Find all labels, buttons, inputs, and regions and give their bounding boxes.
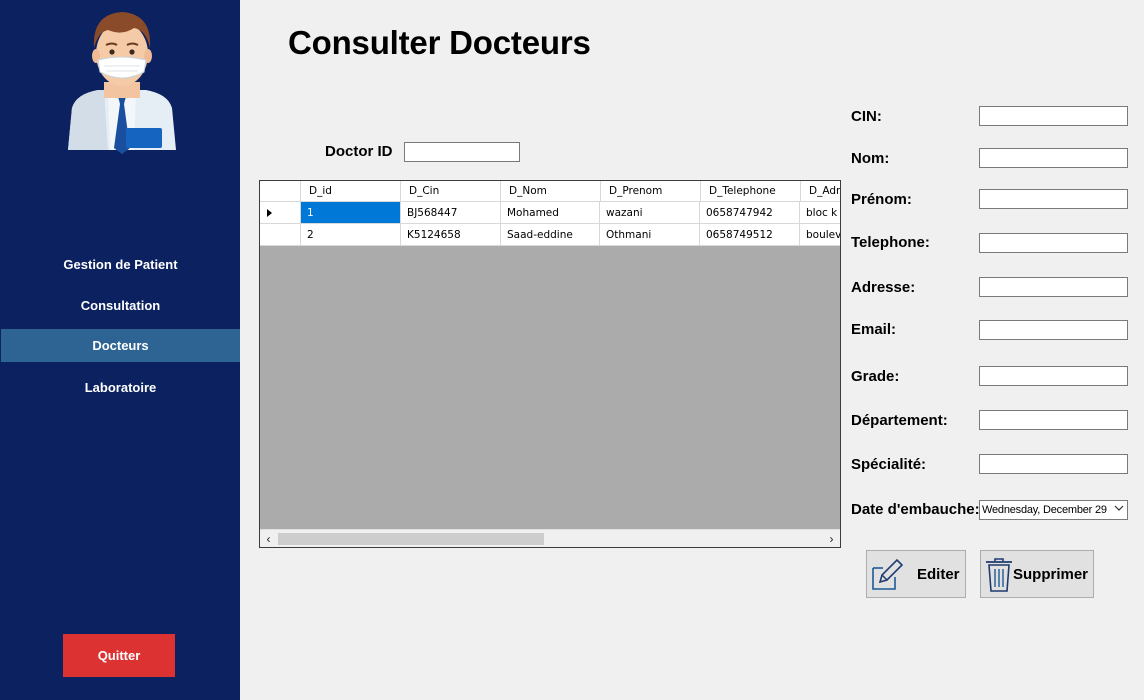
table-cell[interactable]: 2	[301, 224, 401, 246]
pencil-icon	[872, 558, 903, 590]
date-embauche-label: Date d'embauche:	[851, 501, 980, 518]
sidebar-item-consultation[interactable]: Consultation	[1, 289, 240, 322]
doctor-id-label: Doctor ID	[325, 143, 393, 160]
telephone-label: Telephone:	[851, 234, 930, 251]
grade-field[interactable]	[979, 366, 1128, 386]
departement-label: Département:	[851, 412, 948, 429]
sidebar: Gestion de Patient Consultation Docteurs…	[0, 0, 240, 700]
table-cell[interactable]: bouleva	[800, 224, 840, 246]
delete-button[interactable]: Supprimer	[980, 550, 1094, 598]
nom-field[interactable]	[979, 148, 1128, 168]
table-row[interactable]: 2 K5124658 Saad-eddine Othmani 065874951…	[260, 224, 840, 246]
sidebar-item-docteurs[interactable]: Docteurs	[1, 329, 240, 362]
row-header[interactable]	[260, 224, 301, 246]
email-field[interactable]	[979, 320, 1128, 340]
specialite-label: Spécialité:	[851, 456, 927, 473]
doctors-grid[interactable]: D_id D_Cin D_Nom D_Prenom D_Telephone D_…	[259, 180, 841, 548]
adresse-label: Adresse:	[851, 279, 916, 296]
sidebar-item-laboratoire[interactable]: Laboratoire	[1, 371, 240, 404]
delete-button-label: Supprimer	[1013, 566, 1089, 583]
prenom-label: Prénom:	[851, 191, 912, 208]
column-header-d-id[interactable]: D_id	[301, 181, 401, 202]
table-row[interactable]: 1 BJ568447 Mohamed wazani 0658747942 blo…	[260, 202, 840, 224]
grid-header: D_id D_Cin D_Nom D_Prenom D_Telephone D_…	[260, 181, 840, 202]
table-cell[interactable]: 0658747942	[700, 202, 800, 224]
scroll-right-icon[interactable]: ›	[823, 530, 840, 547]
email-label: Email:	[851, 321, 897, 338]
date-embauche-value: Wednesday, December 29	[982, 504, 1107, 516]
telephone-field[interactable]	[979, 233, 1128, 253]
column-header-d-cin[interactable]: D_Cin	[401, 181, 501, 202]
column-header-d-prenom[interactable]: D_Prenom	[601, 181, 701, 202]
nom-label: Nom:	[851, 150, 890, 167]
column-header-d-nom[interactable]: D_Nom	[501, 181, 601, 202]
page-title: Consulter Docteurs	[288, 24, 591, 61]
current-row-arrow-icon	[267, 209, 272, 217]
table-cell[interactable]: Saad-eddine	[501, 224, 600, 246]
table-cell[interactable]: Mohamed	[501, 202, 600, 224]
specialite-field[interactable]	[979, 454, 1128, 474]
trash-icon	[986, 558, 1012, 592]
adresse-field[interactable]	[979, 277, 1128, 297]
grid-corner	[260, 181, 301, 202]
scrollbar-thumb[interactable]	[278, 533, 544, 545]
row-header[interactable]	[260, 202, 301, 224]
table-cell[interactable]: bloc k n	[800, 202, 840, 224]
edit-button[interactable]: Editer	[866, 550, 966, 598]
date-embauche-picker[interactable]: Wednesday, December 29	[979, 500, 1128, 520]
table-cell[interactable]: 1	[301, 202, 401, 224]
departement-field[interactable]	[979, 410, 1128, 430]
sidebar-item-gestion-patient[interactable]: Gestion de Patient	[1, 248, 240, 281]
table-cell[interactable]: K5124658	[401, 224, 501, 246]
scroll-left-icon[interactable]: ‹	[260, 530, 277, 547]
prenom-field[interactable]	[979, 189, 1128, 209]
table-cell[interactable]: BJ568447	[401, 202, 501, 224]
doctor-id-input[interactable]	[404, 142, 520, 162]
column-header-d-telephone[interactable]: D_Telephone	[701, 181, 801, 202]
cin-label: CIN:	[851, 108, 882, 125]
grade-label: Grade:	[851, 368, 900, 385]
doctor-avatar	[64, 8, 180, 154]
horizontal-scrollbar[interactable]: ‹ ›	[260, 529, 840, 547]
table-cell[interactable]: 0658749512	[700, 224, 800, 246]
table-cell[interactable]: wazani	[600, 202, 700, 224]
table-cell[interactable]: Othmani	[600, 224, 700, 246]
cin-field[interactable]	[979, 106, 1128, 126]
chevron-down-icon[interactable]	[1114, 503, 1124, 516]
edit-button-label: Editer	[917, 566, 960, 583]
quit-button[interactable]: Quitter	[63, 634, 175, 677]
column-header-d-adresse[interactable]: D_Adre	[801, 181, 840, 202]
